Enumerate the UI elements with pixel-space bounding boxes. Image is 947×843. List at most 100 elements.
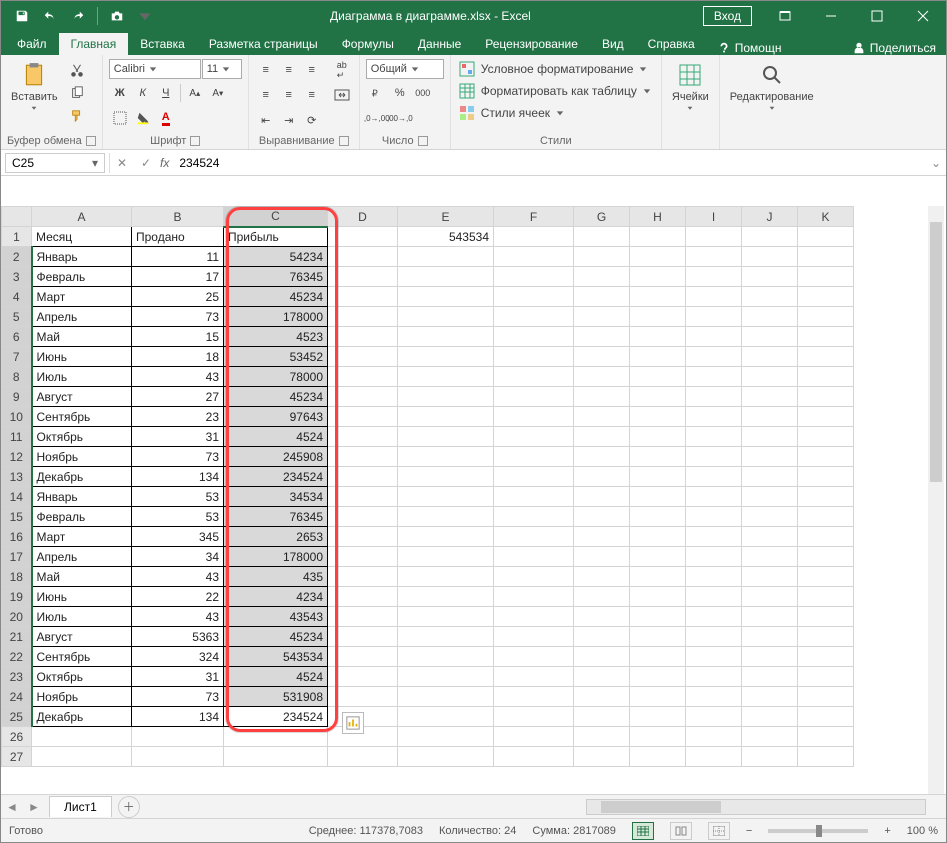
cell-I13[interactable]	[686, 467, 742, 487]
cell-C11[interactable]: 4524	[224, 427, 328, 447]
cell-D7[interactable]	[328, 347, 398, 367]
quick-analysis-icon[interactable]	[342, 712, 364, 734]
cell-G27[interactable]	[574, 747, 630, 767]
tab-review[interactable]: Рецензирование	[473, 33, 590, 55]
column-header-B[interactable]: B	[132, 207, 224, 227]
cell-D1[interactable]	[328, 227, 398, 247]
cell-J22[interactable]	[742, 647, 798, 667]
cell-I17[interactable]	[686, 547, 742, 567]
cell-H2[interactable]	[630, 247, 686, 267]
cell-H5[interactable]	[630, 307, 686, 327]
expand-formula-bar-icon[interactable]: ⌄	[926, 156, 946, 170]
number-format-combo[interactable]: Общий	[366, 59, 444, 79]
cell-A25[interactable]: Декабрь	[32, 707, 132, 727]
cell-E15[interactable]	[398, 507, 494, 527]
decrease-decimal-icon[interactable]: ,00→,0	[389, 107, 411, 129]
cell-C6[interactable]: 4523	[224, 327, 328, 347]
cell-C14[interactable]: 34534	[224, 487, 328, 507]
cell-I21[interactable]	[686, 627, 742, 647]
cell-J12[interactable]	[742, 447, 798, 467]
cell-I3[interactable]	[686, 267, 742, 287]
cell-J5[interactable]	[742, 307, 798, 327]
cell-F14[interactable]	[494, 487, 574, 507]
row-header-18[interactable]: 18	[2, 567, 32, 587]
normal-view-icon[interactable]	[632, 822, 654, 840]
cell-A5[interactable]: Апрель	[32, 307, 132, 327]
cell-G14[interactable]	[574, 487, 630, 507]
decrease-indent-icon[interactable]: ⇤	[255, 109, 277, 131]
cell-G11[interactable]	[574, 427, 630, 447]
cell-F20[interactable]	[494, 607, 574, 627]
cell-D24[interactable]	[328, 687, 398, 707]
cell-K17[interactable]	[798, 547, 854, 567]
undo-icon[interactable]	[37, 3, 63, 29]
cell-C26[interactable]	[224, 727, 328, 747]
cell-E18[interactable]	[398, 567, 494, 587]
cell-D15[interactable]	[328, 507, 398, 527]
cell-H3[interactable]	[630, 267, 686, 287]
cell-K6[interactable]	[798, 327, 854, 347]
cell-H7[interactable]	[630, 347, 686, 367]
cell-F1[interactable]	[494, 227, 574, 247]
cell-E22[interactable]	[398, 647, 494, 667]
tab-insert[interactable]: Вставка	[128, 33, 197, 55]
save-icon[interactable]	[9, 3, 35, 29]
row-header-14[interactable]: 14	[2, 487, 32, 507]
cell-F27[interactable]	[494, 747, 574, 767]
cell-C16[interactable]: 2653	[224, 527, 328, 547]
cell-E16[interactable]	[398, 527, 494, 547]
cell-D3[interactable]	[328, 267, 398, 287]
cell-F4[interactable]	[494, 287, 574, 307]
cell-F9[interactable]	[494, 387, 574, 407]
camera-icon[interactable]	[104, 3, 130, 29]
cell-G24[interactable]	[574, 687, 630, 707]
italic-icon[interactable]: К	[132, 82, 154, 104]
tab-file[interactable]: Файл	[5, 33, 59, 55]
cell-I24[interactable]	[686, 687, 742, 707]
row-header-11[interactable]: 11	[2, 427, 32, 447]
cell-G18[interactable]	[574, 567, 630, 587]
cell-A9[interactable]: Август	[32, 387, 132, 407]
tab-help[interactable]: Справка	[636, 33, 707, 55]
cell-A11[interactable]: Октябрь	[32, 427, 132, 447]
cell-G20[interactable]	[574, 607, 630, 627]
cell-F2[interactable]	[494, 247, 574, 267]
cell-B14[interactable]: 53	[132, 487, 224, 507]
cell-G17[interactable]	[574, 547, 630, 567]
merge-cells-icon[interactable]	[331, 84, 353, 106]
cell-H26[interactable]	[630, 727, 686, 747]
cell-D23[interactable]	[328, 667, 398, 687]
cell-G15[interactable]	[574, 507, 630, 527]
cell-J4[interactable]	[742, 287, 798, 307]
cell-B16[interactable]: 345	[132, 527, 224, 547]
cell-G22[interactable]	[574, 647, 630, 667]
cell-G21[interactable]	[574, 627, 630, 647]
cut-icon[interactable]	[66, 59, 88, 81]
cell-B24[interactable]: 73	[132, 687, 224, 707]
cell-K14[interactable]	[798, 487, 854, 507]
cell-C4[interactable]: 45234	[224, 287, 328, 307]
cell-J19[interactable]	[742, 587, 798, 607]
cell-F16[interactable]	[494, 527, 574, 547]
cell-E21[interactable]	[398, 627, 494, 647]
cell-I26[interactable]	[686, 727, 742, 747]
cell-E20[interactable]	[398, 607, 494, 627]
cell-B4[interactable]: 25	[132, 287, 224, 307]
row-header-16[interactable]: 16	[2, 527, 32, 547]
row-header-17[interactable]: 17	[2, 547, 32, 567]
conditional-formatting-button[interactable]: Условное форматирование	[457, 59, 652, 79]
cell-A24[interactable]: Ноябрь	[32, 687, 132, 707]
cell-E14[interactable]	[398, 487, 494, 507]
cell-C7[interactable]: 53452	[224, 347, 328, 367]
cell-D27[interactable]	[328, 747, 398, 767]
row-header-9[interactable]: 9	[2, 387, 32, 407]
cell-F19[interactable]	[494, 587, 574, 607]
cell-G8[interactable]	[574, 367, 630, 387]
cell-E10[interactable]	[398, 407, 494, 427]
column-header-A[interactable]: A	[32, 207, 132, 227]
cell-K2[interactable]	[798, 247, 854, 267]
row-header-8[interactable]: 8	[2, 367, 32, 387]
row-header-23[interactable]: 23	[2, 667, 32, 687]
percent-format-icon[interactable]: %	[389, 82, 411, 104]
cell-B7[interactable]: 18	[132, 347, 224, 367]
